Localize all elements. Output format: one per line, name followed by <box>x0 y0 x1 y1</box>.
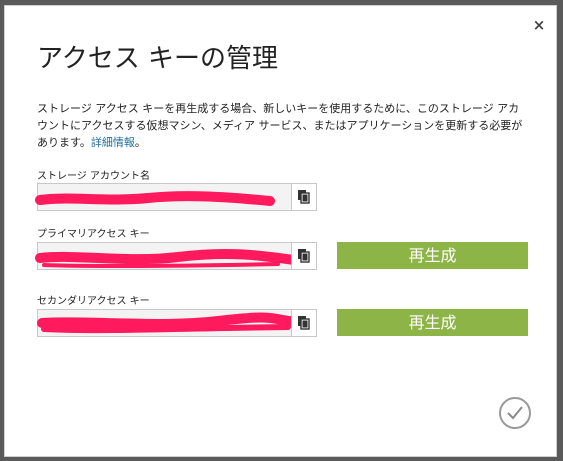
primary-key-label: プライマリアクセス キー <box>37 229 150 240</box>
dialog-title: アクセス キーの管理 <box>37 44 278 74</box>
copy-primary-key-button[interactable] <box>291 243 316 269</box>
manage-access-keys-dialog: × アクセス キーの管理 ストレージ アクセス キーを再生成する場合、新しいキー… <box>4 5 557 457</box>
primary-key-field[interactable] <box>35 242 317 270</box>
dialog-description: ストレージ アクセス キーを再生成する場合、新しいキーを使用するために、このスト… <box>37 100 527 151</box>
copy-icon <box>298 316 310 330</box>
regenerate-primary-button[interactable]: 再生成 <box>337 242 528 269</box>
account-name-field[interactable] <box>35 183 317 211</box>
redaction-mark <box>35 191 275 206</box>
copy-icon <box>298 249 310 263</box>
redaction-mark <box>35 248 299 269</box>
secondary-key-label: セカンダリアクセス キー <box>37 296 150 307</box>
account-name-label: ストレージ アカウント名 <box>37 171 150 182</box>
copy-account-name-button[interactable] <box>291 184 316 210</box>
checkmark-icon <box>507 406 523 420</box>
regenerate-secondary-button[interactable]: 再生成 <box>337 309 528 336</box>
confirm-button[interactable] <box>499 397 531 429</box>
copy-icon <box>298 190 310 204</box>
details-link[interactable]: 詳細情報 <box>91 136 135 149</box>
close-icon[interactable]: × <box>532 18 546 33</box>
secondary-key-field[interactable] <box>37 309 317 337</box>
redaction-mark <box>37 312 306 334</box>
copy-secondary-key-button[interactable] <box>291 310 316 336</box>
description-end: 。 <box>134 136 146 149</box>
